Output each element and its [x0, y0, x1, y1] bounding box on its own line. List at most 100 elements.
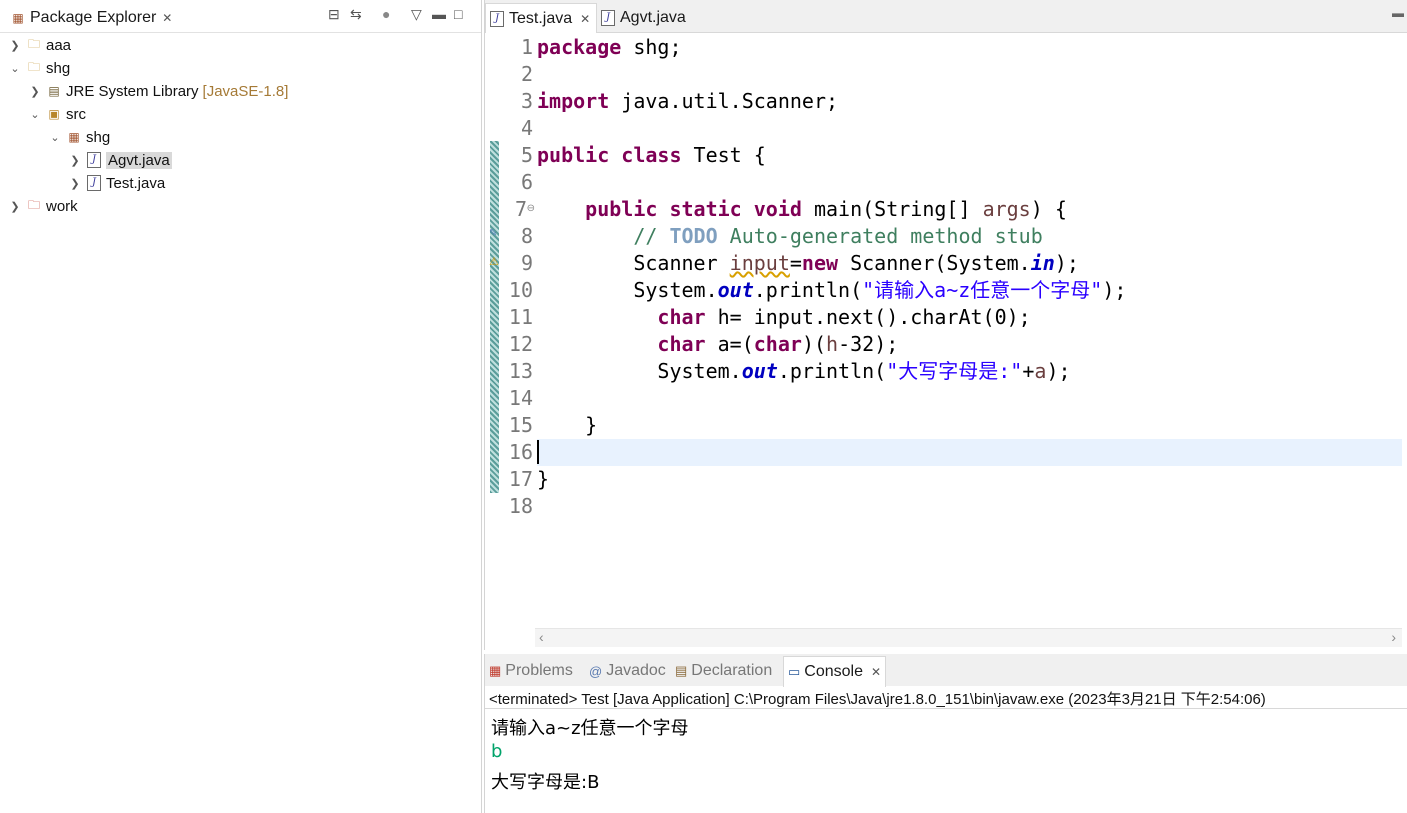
- code-text: ) {: [1030, 197, 1067, 221]
- line-number: 13: [508, 359, 533, 383]
- tree-item-label: shg: [46, 59, 71, 77]
- tab-label: Test.java: [509, 9, 573, 27]
- project-error-icon: 🗀: [27, 197, 40, 212]
- minimize-icon[interactable]: ▬: [432, 6, 446, 22]
- close-icon[interactable]: ✕: [162, 11, 172, 25]
- code-line: public static void main(String[] args) {: [537, 196, 1402, 223]
- link-with-editor-icon[interactable]: ⇆: [350, 6, 362, 23]
- close-icon[interactable]: ✕: [871, 665, 881, 679]
- chevron-right-icon[interactable]: ❯: [28, 85, 42, 98]
- bottom-panel: ▦ Problems @ Javadoc ▤ Declaration ▭ Con…: [484, 654, 1407, 813]
- close-icon[interactable]: ✕: [580, 12, 590, 26]
- chevron-right-icon[interactable]: ❯: [8, 39, 22, 52]
- tab-console[interactable]: ▭ Console ✕: [783, 656, 887, 687]
- code-comment: //: [633, 224, 670, 248]
- tree-item-agvt-java[interactable]: ❯ J Agvt.java: [68, 149, 172, 171]
- code-text: .println(: [777, 359, 887, 383]
- code-text: .println(: [753, 278, 863, 302]
- chevron-down-icon[interactable]: ⌄: [28, 108, 42, 121]
- tree-item-label: JRE System Library: [66, 82, 199, 100]
- package-explorer-tab[interactable]: ▦ Package Explorer ✕: [4, 3, 179, 32]
- text-caret: [537, 440, 539, 464]
- console-icon: ▭: [788, 664, 801, 679]
- code-line: System.out.println("请输入a~z任意一个字母");: [537, 277, 1402, 304]
- code-line: char h= input.next().charAt(0);: [537, 304, 1402, 331]
- chevron-right-icon[interactable]: ❯: [68, 177, 82, 190]
- task-marker-icon[interactable]: ✎: [489, 228, 497, 239]
- line-number: 17: [508, 467, 533, 491]
- chevron-right-icon[interactable]: ❯: [8, 200, 22, 213]
- scroll-left-icon[interactable]: ‹: [539, 629, 544, 645]
- code-keyword: char: [657, 305, 706, 329]
- collapse-all-icon[interactable]: ⊟: [328, 6, 340, 23]
- code-text: shg;: [621, 35, 682, 59]
- fold-collapse-icon[interactable]: ⊖: [527, 203, 535, 214]
- java-file-icon: J: [490, 10, 504, 27]
- code-field: out: [717, 278, 754, 302]
- tree-item-shg-project[interactable]: ⌄ 🗀 shg: [8, 57, 70, 79]
- line-number: 4: [520, 116, 533, 140]
- code-line: System.out.println("大写字母是:"+a);: [537, 358, 1402, 385]
- javadoc-icon: @: [589, 663, 603, 679]
- tab-declaration[interactable]: ▤ Declaration: [671, 656, 776, 686]
- minimize-icon[interactable]: ▬: [1392, 6, 1404, 20]
- line-number: 16: [508, 440, 533, 464]
- code-line: import java.util.Scanner;: [537, 88, 1402, 115]
- tree-item-label: Test.java: [106, 174, 166, 192]
- tab-problems[interactable]: ▦ Problems: [485, 656, 577, 686]
- code-line: char a=(char)(h-32);: [537, 331, 1402, 358]
- code-parameter: args: [982, 197, 1031, 221]
- project-folder-icon: 🗀: [27, 59, 40, 74]
- code-keyword: void: [753, 197, 802, 221]
- chevron-down-icon[interactable]: ⌄: [48, 131, 62, 144]
- line-number: 12: [508, 332, 533, 356]
- console-output-line: 请输入a~z任意一个字母: [491, 718, 689, 739]
- tree-item-test-java[interactable]: ❯ J Test.java: [68, 172, 165, 194]
- tab-label: Problems: [505, 662, 573, 679]
- tab-javadoc[interactable]: @ Javadoc: [585, 656, 670, 686]
- code-text: -32);: [838, 332, 899, 356]
- code-text: );: [1102, 278, 1127, 302]
- code-string: "请输入a~z任意一个字母": [862, 278, 1103, 302]
- code-keyword: class: [621, 143, 682, 167]
- code-comment: Auto-generated method stub: [717, 224, 1043, 248]
- tree-item-jre-library[interactable]: ❯ ▤ JRE System Library [JavaSE-1.8]: [28, 80, 288, 102]
- view-menu-icon[interactable]: ▽: [411, 6, 422, 23]
- source-folder-icon: ▣: [48, 107, 60, 121]
- line-number: 18: [508, 494, 533, 518]
- tab-agvt-java[interactable]: J Agvt.java: [597, 3, 692, 32]
- editor-tabs: J Test.java ✕ J Agvt.java ▬: [485, 0, 1407, 33]
- code-keyword: char: [657, 332, 706, 356]
- code-keyword: new: [801, 251, 839, 275]
- code-variable-warning[interactable]: input: [730, 251, 790, 275]
- horizontal-scrollbar[interactable]: ‹ ›: [535, 628, 1402, 647]
- tree-item-work[interactable]: ❯ 🗀 work: [8, 195, 77, 217]
- tree-item-src[interactable]: ⌄ ▣ src: [28, 103, 86, 125]
- package-icon: ▦: [68, 130, 80, 144]
- tree-item-aaa[interactable]: ❯ 🗀 aaa: [8, 34, 71, 56]
- code-text: main(String[]: [801, 197, 983, 221]
- chevron-right-icon[interactable]: ❯: [68, 154, 82, 167]
- package-explorer-title: Package Explorer: [30, 8, 157, 26]
- chevron-down-icon[interactable]: ⌄: [8, 62, 22, 75]
- scroll-right-icon[interactable]: ›: [1391, 629, 1396, 645]
- console-output-line: 大写字母是:B: [491, 772, 600, 793]
- tree-item-label: Agvt.java: [106, 151, 172, 169]
- warning-marker-icon[interactable]: ⚠: [489, 255, 499, 268]
- focus-on-task-icon[interactable]: ●: [382, 6, 390, 22]
- tree-item-label: aaa: [46, 36, 72, 54]
- code-line: }: [537, 466, 1402, 493]
- problems-icon: ▦: [489, 663, 502, 678]
- code-keyword: import: [537, 89, 610, 113]
- line-number: 3: [520, 89, 533, 113]
- code-text: Scanner: [633, 251, 730, 275]
- code-todo: TODO: [669, 224, 718, 248]
- maximize-icon[interactable]: □: [454, 6, 462, 22]
- code-line: }: [537, 412, 1402, 439]
- code-editor[interactable]: ✎ ⚠ 1 2 3 4 5 6 7 ⊖ 8 9 10 11 12 13 14 1…: [485, 33, 1402, 628]
- tree-item-shg-package[interactable]: ⌄ ▦ shg: [48, 126, 110, 148]
- change-ruler: [487, 33, 500, 628]
- line-number: 15: [508, 413, 533, 437]
- tab-test-java[interactable]: J Test.java ✕: [485, 3, 598, 33]
- line-number: 8: [520, 224, 533, 248]
